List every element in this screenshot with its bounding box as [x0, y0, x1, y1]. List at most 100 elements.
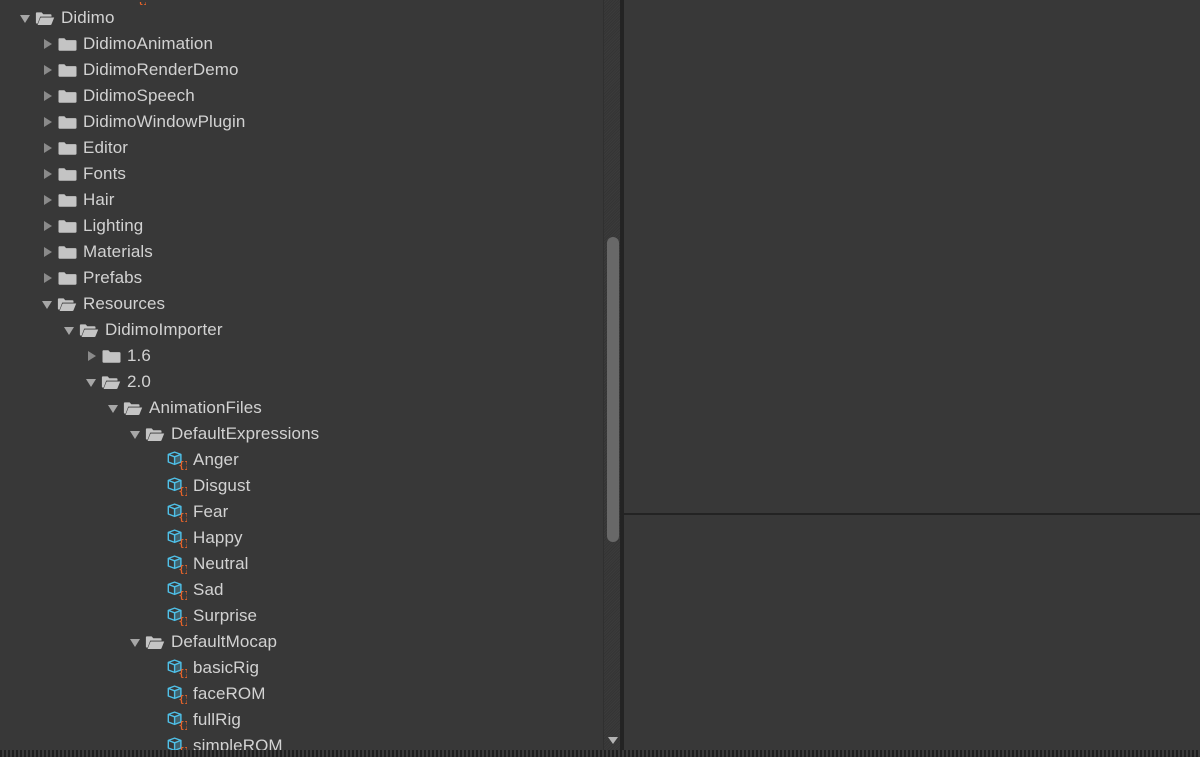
tree-scrollbar-thumb[interactable] [607, 237, 619, 542]
chevron-right-icon[interactable] [40, 239, 56, 265]
chevron-down-icon[interactable] [106, 395, 122, 421]
tree-row-label: Sad [193, 580, 224, 599]
chevron-down-icon[interactable] [128, 421, 144, 447]
window-bottom-edge [0, 750, 1200, 757]
tree-row-label: Lighting [83, 216, 144, 235]
svg-text:{}: {} [179, 538, 187, 547]
tree-row-label: Happy [193, 528, 243, 547]
project-browser-window: {} Didimo DidimoAnimation DidimoRenderDemo D… [0, 0, 1200, 757]
prefab-variant-icon: {} [167, 684, 187, 704]
folder-open-icon [100, 372, 122, 392]
tree-row[interactable]: {} Fear [0, 499, 603, 525]
tree-row[interactable]: {} Anger [0, 447, 603, 473]
svg-text:{}: {} [179, 720, 187, 729]
prefab-variant-icon: {} [166, 606, 188, 626]
tree-row[interactable]: Editor [0, 135, 603, 161]
twisty-spacer [150, 525, 166, 551]
twisty-spacer [150, 681, 166, 707]
tree-row-label: Prefabs [83, 268, 143, 287]
tree-row[interactable]: DidimoRenderDemo [0, 57, 603, 83]
tree-row[interactable]: {} simpleROM [0, 733, 603, 750]
chevron-down-icon[interactable] [128, 629, 144, 655]
folder-closed-icon [56, 34, 78, 54]
chevron-right-icon[interactable] [40, 187, 56, 213]
tree-row[interactable]: {} Sad [0, 577, 603, 603]
folder-closed-icon [58, 219, 76, 233]
folder-closed-icon [56, 112, 78, 132]
tree-row-label: Fear [193, 502, 229, 521]
tree-row[interactable]: {} Disgust [0, 473, 603, 499]
folder-open-icon [79, 323, 99, 337]
tree-row[interactable]: Prefabs [0, 265, 603, 291]
folder-closed-icon [56, 60, 78, 80]
tree-row[interactable]: Materials [0, 239, 603, 265]
tree-vertical-scrollbar[interactable] [603, 0, 620, 750]
twisty-spacer [150, 577, 166, 603]
svg-text:{}: {} [179, 616, 187, 625]
tree-row[interactable]: DidimoSpeech [0, 83, 603, 109]
tree-row[interactable]: Lighting [0, 213, 603, 239]
tree-row[interactable]: DidimoWindowPlugin [0, 109, 603, 135]
chevron-right-icon[interactable] [40, 57, 56, 83]
twisty-spacer [150, 447, 166, 473]
chevron-down-icon[interactable] [84, 369, 100, 395]
folder-closed-icon [56, 86, 78, 106]
tree-row-label: fullRig [193, 710, 241, 729]
tree-row[interactable]: {} Surprise [0, 603, 603, 629]
prefab-variant-icon: {} [167, 736, 187, 750]
tree-row[interactable]: AnimationFiles [0, 395, 603, 421]
tree-row-label: DefaultMocap [171, 632, 278, 651]
tree-row-label: Anger [193, 450, 239, 469]
tree-row-label: DefaultExpressions [171, 424, 320, 443]
project-tree-list[interactable]: {} Didimo DidimoAnimation DidimoRenderDemo D… [0, 2, 603, 750]
twisty-spacer [150, 499, 166, 525]
chevron-down-icon[interactable] [40, 291, 56, 317]
tree-row[interactable]: {} faceROM [0, 681, 603, 707]
tree-row[interactable]: Didimo [0, 5, 603, 31]
chevron-right-icon[interactable] [40, 213, 56, 239]
tree-row[interactable]: {} Happy [0, 525, 603, 551]
tree-row-label: 1.6 [127, 346, 151, 365]
chevron-right-icon[interactable] [40, 265, 56, 291]
tree-row[interactable]: {} basicRig [0, 655, 603, 681]
tree-row[interactable]: Hair [0, 187, 603, 213]
tree-row[interactable]: Fonts [0, 161, 603, 187]
tree-row[interactable]: {} fullRig [0, 707, 603, 733]
tree-row[interactable]: 1.6 [0, 343, 603, 369]
tree-row-label: Hair [83, 190, 115, 209]
tree-row[interactable]: 2.0 [0, 369, 603, 395]
chevron-down-icon[interactable] [62, 317, 78, 343]
right-panel-bottom-section[interactable] [624, 515, 1200, 750]
chevron-down-icon[interactable] [18, 5, 34, 31]
tree-row[interactable]: {} Neutral [0, 551, 603, 577]
project-tree-panel[interactable]: {} Didimo DidimoAnimation DidimoRenderDemo D… [0, 0, 603, 750]
scroll-down-arrow-icon[interactable] [608, 737, 618, 744]
tree-row[interactable]: DidimoImporter [0, 317, 603, 343]
prefab-variant-icon: {} [167, 554, 187, 574]
tree-row[interactable]: Resources [0, 291, 603, 317]
prefab-variant-icon: {} [166, 528, 188, 548]
chevron-right-icon[interactable] [84, 343, 100, 369]
folder-open-icon [122, 398, 144, 418]
chevron-right-icon[interactable] [40, 109, 56, 135]
chevron-right-icon[interactable] [40, 161, 56, 187]
svg-text:{}: {} [179, 564, 187, 573]
prefab-variant-icon: {} [167, 528, 187, 548]
folder-open-icon [56, 294, 78, 314]
tree-row[interactable]: DefaultMocap [0, 629, 603, 655]
folder-open-icon [34, 8, 56, 28]
chevron-right-icon[interactable] [40, 135, 56, 161]
svg-text:{}: {} [179, 486, 187, 495]
tree-row[interactable]: DidimoAnimation [0, 31, 603, 57]
folder-closed-icon [58, 245, 76, 259]
prefab-variant-icon: {} [167, 606, 187, 626]
chevron-right-icon[interactable] [40, 31, 56, 57]
tree-row[interactable]: DefaultExpressions [0, 421, 603, 447]
prefab-variant-icon: {} [166, 450, 188, 470]
prefab-variant-icon: {} [167, 450, 187, 470]
folder-open-icon [144, 632, 166, 652]
twisty-spacer [150, 603, 166, 629]
tree-row-label: DidimoWindowPlugin [83, 112, 246, 131]
right-panel-top-section[interactable] [624, 0, 1200, 513]
chevron-right-icon[interactable] [40, 83, 56, 109]
